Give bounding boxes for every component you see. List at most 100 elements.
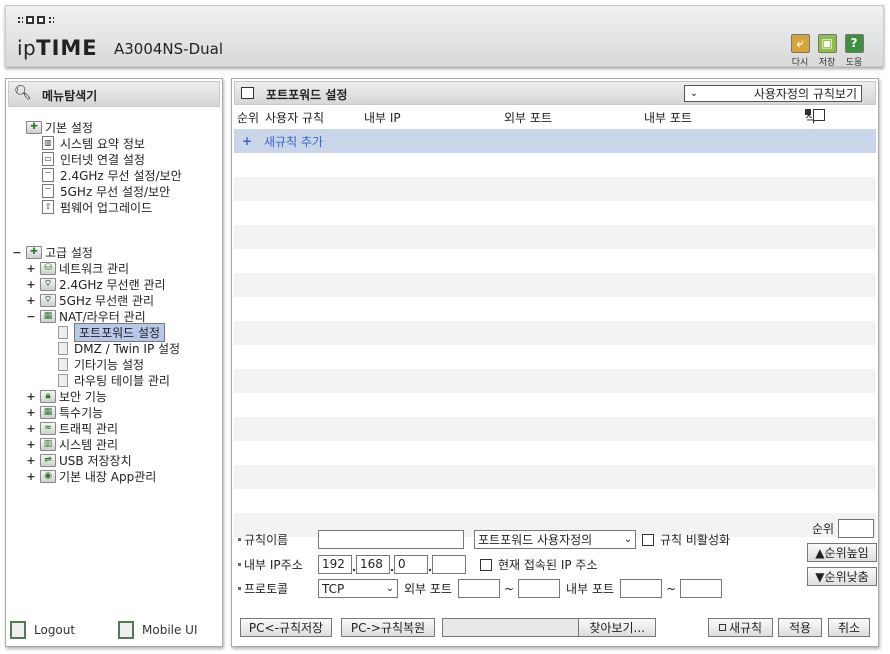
folder-network-icon: ⛁ (40, 261, 56, 275)
add-rule-label: 새규칙 추가 (264, 134, 324, 149)
ip-octet-4[interactable] (432, 555, 466, 574)
menu-special-features[interactable]: + ▦ 특수기능 (26, 404, 103, 420)
move-up-button[interactable]: ▲순위높임 (807, 543, 877, 562)
ip-octet-1[interactable]: 192 (318, 555, 352, 574)
bullet-icon (238, 587, 241, 590)
rule-name-row: 규칙이름 포트포워드 사용자정의 ⌄ 규칙 비활성화 (238, 530, 730, 549)
rule-view-select[interactable]: ⌄ 사용자정의 규칙보기 (684, 85, 862, 102)
chart-icon: ▥ (42, 136, 54, 150)
new-rule-button[interactable]: 새규칙 (708, 618, 773, 637)
col-external-port: 외부 포트 (504, 111, 552, 125)
folder-settings-icon: ✚ (26, 120, 42, 134)
ext-port-start-input[interactable] (457, 579, 500, 598)
menu-security[interactable]: + 🔒︎ 보안 기능 (26, 388, 107, 404)
monitor-icon: ▭ (42, 152, 54, 166)
rule-type-select[interactable]: 포트포워드 사용자정의 ⌄ (474, 530, 636, 549)
browse-button[interactable]: 찾아보기... (578, 619, 655, 636)
folder-wifi-icon: ⌔ (40, 293, 56, 307)
folder-app-icon: ◉ (40, 469, 56, 483)
apply-button[interactable]: 적용 (778, 618, 822, 637)
cancel-button[interactable]: 취소 (828, 618, 870, 637)
window-icon (241, 87, 254, 99)
table-header: 순위 사용자 규칙 내부 IP 외부 포트 내부 포트 삭제 (232, 109, 878, 142)
restore-rules-from-pc-button[interactable]: PC->규칙복원 (341, 618, 435, 637)
table-row (234, 369, 876, 393)
add-rule-row[interactable]: + 새규칙 추가 (234, 129, 876, 153)
menu-wlan-5-management[interactable]: + ⌔ 5GHz 무선랜 관리 (26, 292, 154, 308)
rule-name-label: 규칙이름 (244, 533, 289, 547)
logout-icon (10, 621, 26, 639)
bullet-icon (238, 538, 241, 541)
ext-port-end-input[interactable] (518, 579, 561, 598)
disable-rule-label: 규칙 비활성화 (660, 533, 731, 547)
logout-link[interactable]: Logout (10, 621, 75, 639)
col-internal-port: 내부 포트 (644, 111, 692, 125)
table-row (234, 249, 876, 273)
disable-rule-checkbox[interactable] (642, 533, 654, 546)
help-button[interactable]: ? 도움 (843, 34, 865, 68)
tree-basic-settings[interactable]: ✚ 기본 설정 (26, 119, 93, 135)
model-name: A3004NS-Dual (114, 40, 224, 58)
menu-internet-setup[interactable]: ▭ 인터넷 연결 설정 (42, 151, 145, 167)
page-icon (58, 341, 68, 355)
menu-usb-storage[interactable]: + ⇌ USB 저장장치 (26, 452, 132, 468)
ext-port-label: 외부 포트 (404, 582, 452, 596)
menu-wlan-24-management[interactable]: + ⌔ 2.4GHz 무선랜 관리 (26, 276, 166, 292)
menu-wireless-5-setup[interactable]: ⌔ 5GHz 무선 설정/보안 (42, 183, 170, 199)
table-row (234, 417, 876, 441)
panel-header: 포트포워드 설정 ⌄ 사용자정의 규칙보기 (234, 81, 876, 105)
menu-builtin-apps[interactable]: + ◉ 기본 내장 App관리 (26, 468, 156, 484)
expand-icon: + (26, 277, 36, 291)
menu-network-management[interactable]: + ⛁ 네트워크 관리 (26, 260, 129, 276)
expand-icon: + (26, 453, 36, 467)
ip-octet-3[interactable]: 0 (394, 555, 428, 574)
move-down-button[interactable]: ▼순위낮춤 (807, 567, 877, 586)
folder-usb-icon: ⇌ (40, 453, 56, 467)
delete-all-checkbox[interactable] (813, 109, 825, 121)
menu-traffic[interactable]: + ≈ 트래픽 관리 (26, 420, 118, 436)
header-bar: ipTIME A3004NS-Dual ⤶ 다시 ▣ 저장 ? 도움 (5, 5, 884, 68)
col-order: 순위 (237, 111, 260, 125)
save-icon: ▣ (817, 34, 837, 53)
chevron-down-icon: ⌄ (385, 583, 395, 594)
menu-misc-settings[interactable]: 기타기능 설정 (58, 356, 144, 372)
menu-wireless-24-setup[interactable]: ⌔ 2.4GHz 무선 설정/보안 (42, 167, 182, 183)
current-ip-checkbox[interactable] (480, 558, 492, 571)
menu-system-management[interactable]: + ▥ 시스템 관리 (26, 436, 118, 452)
rule-table: + 새규칙 추가 (234, 129, 876, 537)
refresh-button[interactable]: ⤶ 다시 (789, 34, 811, 68)
expand-icon: + (26, 437, 36, 451)
int-port-start-input[interactable] (620, 579, 663, 598)
folder-grid-icon: ▦ (40, 405, 56, 419)
expand-icon: + (26, 389, 36, 403)
current-ip-label: 현재 접속된 IP 주소 (498, 558, 598, 572)
help-icon: ? (844, 34, 864, 53)
expand-icon: + (26, 261, 36, 275)
rule-name-input[interactable] (318, 530, 464, 549)
save-button[interactable]: ▣ 저장 (816, 34, 838, 68)
menu-system-summary[interactable]: ▥ 시스템 요약 정보 (42, 135, 145, 151)
mobile-ui-link[interactable]: Mobile UI (118, 621, 198, 639)
col-internal-ip: 내부 IP (364, 111, 401, 125)
save-label: 저장 (818, 58, 836, 68)
brand-dots (17, 16, 54, 24)
menu-dmz-twinip[interactable]: DMZ / Twin IP 설정 (58, 340, 180, 356)
menu-firmware-upgrade[interactable]: ⇧ 펌웨어 업그레이드 (42, 199, 152, 215)
internal-ip-row: 내부 IP주소 192 168 0 현재 접속된 IP 주소 (238, 555, 598, 574)
bullet-icon (238, 563, 241, 566)
menu-routing-table[interactable]: 라우팅 테이블 관리 (58, 372, 170, 388)
save-rules-to-pc-button[interactable]: PC<-규칙저장 (240, 618, 332, 637)
port-forward-panel: 포트포워드 설정 ⌄ 사용자정의 규칙보기 순위 사용자 규칙 내부 IP 외부… (231, 78, 879, 647)
ip-octet-2[interactable]: 168 (356, 555, 390, 574)
order-input[interactable] (838, 519, 875, 538)
menu-explorer: 🔍︎ 메뉴탐색기 ✚ 기본 설정 ▥ 시스템 요약 정보 ▭ 인터넷 연결 설정… (5, 78, 223, 647)
order-row: 순위 (812, 519, 875, 538)
restore-file-field[interactable]: 찾아보기... (442, 618, 656, 637)
expand-icon: + (26, 405, 36, 419)
protocol-select[interactable]: TCP ⌄ (318, 579, 398, 598)
tree-advanced-settings[interactable]: − ✚ 고급 설정 (12, 244, 93, 260)
expand-icon: + (26, 421, 36, 435)
int-port-end-input[interactable] (680, 579, 723, 598)
protocol-row: 프로토콜 TCP ⌄ 외부 포트 ~ 내부 포트 ~ (238, 579, 723, 598)
menu-port-forward[interactable]: 포트포워드 설정 (58, 322, 166, 342)
